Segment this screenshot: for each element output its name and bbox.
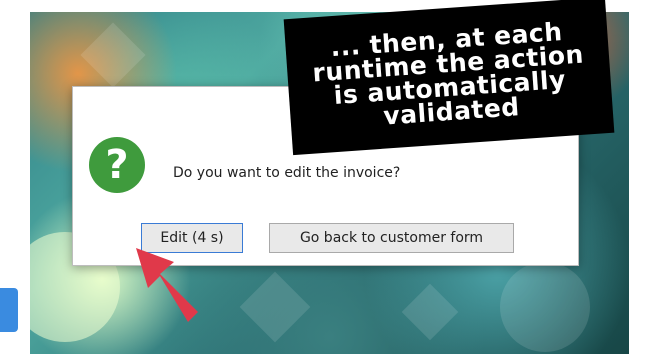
go-back-button[interactable]: Go back to customer form: [269, 223, 514, 253]
question-icon: ?: [89, 137, 145, 193]
side-tab[interactable]: [0, 288, 18, 332]
question-icon-glyph: ?: [105, 142, 129, 188]
bokeh-light: [500, 262, 590, 352]
callout-banner: ... then, at each runtime the action is …: [283, 0, 615, 156]
callout-text: ... then, at each runtime the action is …: [311, 17, 585, 131]
dialog-message: Do you want to edit the invoice?: [173, 165, 401, 181]
red-arrow-icon: [136, 248, 198, 322]
